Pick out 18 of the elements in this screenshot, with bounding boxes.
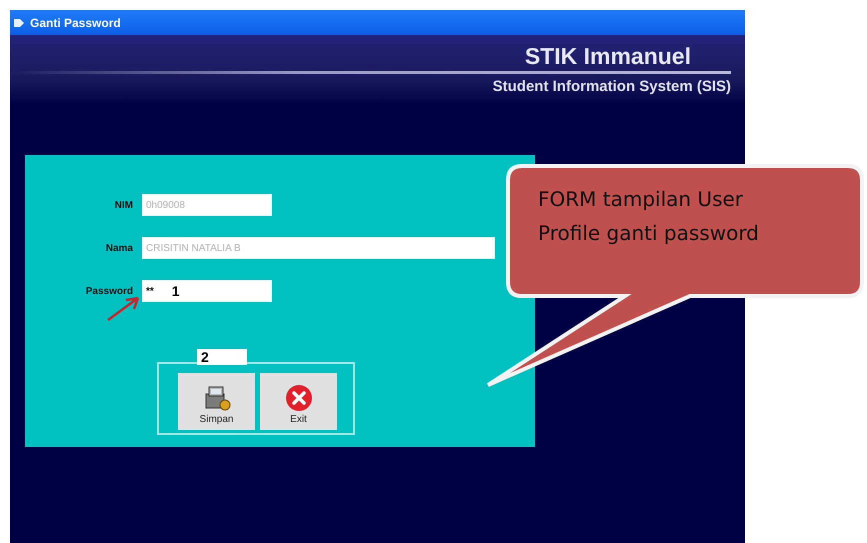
exit-button[interactable]: Exit	[260, 373, 337, 430]
field-label: Password	[84, 286, 134, 296]
save-button[interactable]: Simpan	[178, 373, 255, 430]
app-title: STIK Immanuel	[524, 43, 691, 70]
window-title: Ganti Password	[30, 16, 121, 30]
window-icon	[14, 18, 24, 26]
field-value: CRISITIN NATALIA B	[146, 242, 241, 254]
field-value: **	[146, 286, 154, 296]
close-icon	[284, 384, 312, 412]
field-label: Nama	[104, 242, 134, 254]
callout-text: FORM tampilan User Profile ganti password	[538, 186, 760, 247]
cash-register-icon	[202, 384, 230, 412]
annotation-marker: 2	[197, 349, 247, 365]
input-field[interactable]: ** 1	[142, 280, 272, 302]
field-label: NIM	[114, 200, 134, 210]
annotation-marker: 1	[172, 283, 180, 299]
field-value: 0h09008	[146, 200, 185, 210]
app-subtitle: Student Information System (SIS)	[492, 78, 731, 95]
